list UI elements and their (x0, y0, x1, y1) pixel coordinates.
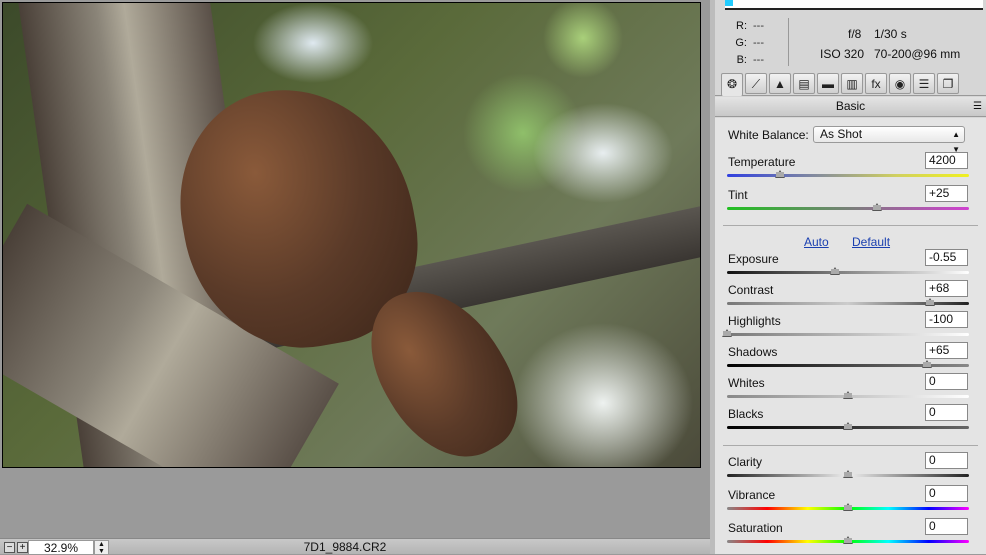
vibrance-slider[interactable] (727, 503, 969, 511)
shutter-speed: 1/30 s (874, 27, 907, 41)
aperture: f/8 (848, 27, 862, 41)
split-toning-icon: ▬ (822, 77, 834, 91)
contrast-value-field[interactable]: +68 (925, 280, 968, 297)
r-label: R: (736, 20, 747, 32)
clarity-slider-thumb[interactable] (843, 470, 853, 478)
tab-presets[interactable]: ☰ (913, 73, 935, 94)
exposure-slider-thumb[interactable] (829, 267, 840, 275)
white-balance-select[interactable]: As Shot ▲ ▼ (813, 126, 965, 154)
clarity-value-field[interactable]: 0 (925, 452, 968, 469)
highlights-label: Highlights (728, 314, 781, 328)
default-link[interactable]: Default (852, 235, 890, 249)
tint-value-field[interactable]: +25 (925, 185, 968, 202)
photo-preview[interactable] (2, 2, 701, 468)
b-value: --- (753, 54, 764, 66)
tab-detail[interactable]: ▲ (769, 73, 791, 94)
image-preview-area (0, 0, 710, 538)
divider (723, 225, 978, 226)
shadows-slider-thumb[interactable] (921, 360, 932, 368)
b-label: B: (736, 54, 747, 66)
exposure-label: Exposure (728, 252, 779, 266)
saturation-slider-thumb[interactable] (843, 536, 853, 544)
section-header: Basic ☰ (715, 97, 986, 117)
vibrance-slider-thumb[interactable] (843, 503, 853, 511)
info-readout: R: --- G: --- B: --- f/8 1/30 s ISO 320 … (715, 12, 986, 70)
snapshots-icon: ❐ (942, 77, 954, 91)
shadows-label: Shadows (728, 345, 778, 359)
exposure-value-field[interactable]: -0.55 (925, 249, 968, 266)
adjustments-panel: R: --- G: --- B: --- f/8 1/30 s ISO 320 … (710, 0, 986, 554)
tint-slider[interactable] (727, 203, 969, 211)
contrast-slider[interactable] (727, 298, 969, 306)
divider (723, 445, 978, 446)
whites-slider[interactable] (727, 391, 969, 399)
saturation-slider[interactable] (727, 536, 969, 544)
r-value: --- (753, 20, 764, 32)
highlights-slider-thumb[interactable] (722, 329, 732, 337)
panel-tabs: ❂ ⟋ ▲ ▤ ▬ ▥ fx ◉ ☰ ❐ (715, 71, 986, 96)
blacks-slider[interactable] (727, 422, 969, 430)
tab-tone-curve[interactable]: ⟋ (745, 73, 767, 94)
section-title: Basic (835, 99, 866, 113)
whites-label: Whites (728, 376, 765, 390)
tab-snapshots[interactable]: ❐ (937, 73, 959, 94)
blacks-label: Blacks (728, 407, 764, 421)
highlights-slider[interactable] (722, 329, 969, 337)
tab-split-toning[interactable]: ▬ (817, 73, 839, 94)
white-balance-label: White Balance: (728, 128, 809, 142)
temperature-slider-thumb[interactable] (775, 170, 786, 178)
vibrance-value-field[interactable]: 0 (925, 485, 968, 502)
saturation-label: Saturation (728, 521, 783, 535)
tab-lens-corrections[interactable]: ▥ (841, 73, 863, 94)
divider (788, 18, 789, 66)
hsl-icon: ▤ (798, 77, 810, 91)
vibrance-label: Vibrance (728, 488, 776, 502)
shadows-value-field[interactable]: +65 (925, 342, 968, 359)
basic-panel: White Balance: As Shot ▲ ▼ Auto Default Te… (715, 118, 986, 554)
basic-icon: ❂ (726, 77, 738, 91)
temperature-slider[interactable] (727, 170, 969, 178)
presets-icon: ☰ (918, 77, 930, 91)
clarity-slider[interactable] (727, 470, 969, 478)
clarity-label: Clarity (728, 455, 763, 469)
effects-icon: fx (871, 77, 881, 91)
highlights-value-field[interactable]: -100 (925, 311, 968, 328)
iso: ISO 320 (820, 47, 865, 61)
saturation-value-field[interactable]: 0 (925, 518, 968, 535)
blacks-slider-thumb[interactable] (843, 422, 853, 430)
lens-corrections-icon: ▥ (846, 77, 858, 91)
temperature-label: Temperature (728, 155, 796, 169)
contrast-slider-thumb[interactable] (925, 298, 936, 306)
temperature-value-field[interactable]: 4200 (925, 152, 968, 169)
tone-curve-icon: ⟋ (751, 77, 761, 91)
g-value: --- (753, 37, 764, 49)
exposure-slider[interactable] (727, 267, 969, 275)
detail-icon: ▲ (774, 77, 786, 91)
histogram (725, 0, 983, 10)
tint-label: Tint (728, 188, 748, 202)
tab-hsl[interactable]: ▤ (793, 73, 815, 94)
camera-calibration-icon: ◉ (894, 77, 906, 91)
tint-slider-thumb[interactable] (872, 203, 883, 211)
whites-value-field[interactable]: 0 (925, 373, 968, 390)
whites-slider-thumb[interactable] (843, 391, 853, 399)
tab-camera-calibration[interactable]: ◉ (889, 73, 911, 94)
lens: 70-200@96 mm (874, 47, 961, 61)
tab-basic[interactable]: ❂ (721, 73, 743, 96)
auto-link[interactable]: Auto (804, 235, 829, 249)
filename: 7D1_9884.CR2 (303, 540, 387, 554)
g-label: G: (735, 37, 747, 49)
contrast-label: Contrast (728, 283, 774, 297)
blacks-value-field[interactable]: 0 (925, 404, 968, 421)
panel-menu-icon[interactable]: ☰ (973, 97, 982, 116)
status-bar: − + 32.9% ▲ ▼ 7D1_9884.CR2 (0, 538, 710, 555)
shadows-slider[interactable] (727, 360, 969, 368)
tab-effects[interactable]: fx (865, 73, 887, 94)
